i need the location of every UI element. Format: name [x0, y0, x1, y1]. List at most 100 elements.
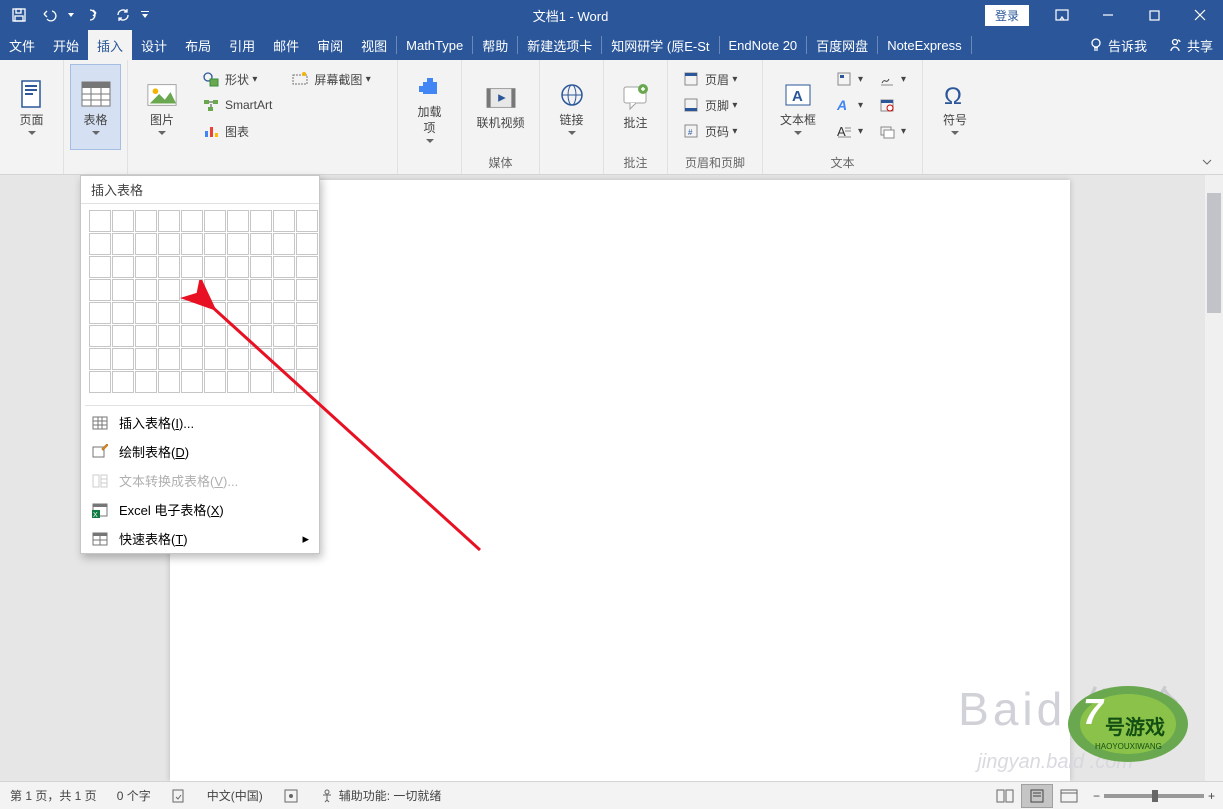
grid-cell[interactable]	[181, 256, 203, 278]
grid-cell[interactable]	[135, 371, 157, 393]
grid-cell[interactable]	[135, 325, 157, 347]
symbols-button[interactable]: Ω 符号	[929, 64, 981, 150]
scroll-thumb[interactable]	[1207, 193, 1221, 313]
wordart-button[interactable]: A▾	[829, 92, 868, 118]
grid-cell[interactable]	[204, 348, 226, 370]
tab-home[interactable]: 开始	[44, 30, 88, 60]
login-button[interactable]: 登录	[985, 5, 1029, 26]
grid-cell[interactable]	[112, 256, 134, 278]
grid-cell[interactable]	[181, 279, 203, 301]
tell-me-button[interactable]: 告诉我	[1078, 30, 1157, 60]
pages-button[interactable]: 页面	[6, 64, 57, 150]
smartart-button[interactable]: SmartArt	[196, 92, 277, 118]
grid-cell[interactable]	[227, 210, 249, 232]
tab-custom[interactable]: 新建选项卡	[518, 30, 601, 60]
grid-cell[interactable]	[89, 256, 111, 278]
web-layout-button[interactable]	[1053, 784, 1085, 808]
grid-cell[interactable]	[89, 371, 111, 393]
grid-cell[interactable]	[250, 210, 272, 232]
grid-cell[interactable]	[204, 256, 226, 278]
grid-cell[interactable]	[135, 279, 157, 301]
redo-button[interactable]	[80, 2, 106, 28]
grid-cell[interactable]	[181, 233, 203, 255]
word-count[interactable]: 0 个字	[107, 782, 161, 810]
close-button[interactable]	[1177, 0, 1223, 30]
grid-cell[interactable]	[158, 210, 180, 232]
grid-cell[interactable]	[89, 348, 111, 370]
tab-mailings[interactable]: 邮件	[264, 30, 308, 60]
tab-review[interactable]: 审阅	[308, 30, 352, 60]
tab-design[interactable]: 设计	[132, 30, 176, 60]
links-button[interactable]: 链接	[546, 64, 597, 150]
tab-layout[interactable]: 布局	[176, 30, 220, 60]
grid-cell[interactable]	[250, 279, 272, 301]
grid-cell[interactable]	[181, 348, 203, 370]
grid-cell[interactable]	[204, 302, 226, 324]
tab-mathtype[interactable]: MathType	[397, 30, 472, 60]
grid-cell[interactable]	[135, 348, 157, 370]
grid-cell[interactable]	[158, 279, 180, 301]
share-button[interactable]: 共享	[1157, 30, 1223, 60]
drop-cap-button[interactable]: A▾	[829, 118, 868, 144]
grid-cell[interactable]	[296, 279, 318, 301]
insert-table-menu-item[interactable]: 插入表格(I)...	[81, 408, 319, 437]
vertical-scrollbar[interactable]	[1205, 175, 1223, 781]
grid-cell[interactable]	[250, 325, 272, 347]
grid-cell[interactable]	[181, 302, 203, 324]
grid-cell[interactable]	[112, 210, 134, 232]
grid-cell[interactable]	[112, 279, 134, 301]
grid-cell[interactable]	[273, 256, 295, 278]
minimize-button[interactable]	[1085, 0, 1131, 30]
table-size-grid[interactable]	[89, 210, 311, 393]
grid-cell[interactable]	[89, 325, 111, 347]
grid-cell[interactable]	[158, 256, 180, 278]
grid-cell[interactable]	[112, 325, 134, 347]
zoom-in-button[interactable]: +	[1208, 789, 1215, 803]
grid-cell[interactable]	[227, 371, 249, 393]
grid-cell[interactable]	[296, 371, 318, 393]
zoom-slider[interactable]	[1104, 794, 1204, 798]
grid-cell[interactable]	[273, 210, 295, 232]
grid-cell[interactable]	[273, 279, 295, 301]
customize-qat-button[interactable]	[140, 2, 150, 28]
tab-insert[interactable]: 插入	[88, 30, 132, 60]
grid-cell[interactable]	[227, 256, 249, 278]
grid-cell[interactable]	[158, 302, 180, 324]
grid-cell[interactable]	[250, 371, 272, 393]
sync-button[interactable]	[110, 2, 136, 28]
quick-parts-button[interactable]: ▾	[829, 66, 868, 92]
grid-cell[interactable]	[227, 348, 249, 370]
grid-cell[interactable]	[181, 210, 203, 232]
grid-cell[interactable]	[112, 233, 134, 255]
grid-cell[interactable]	[89, 210, 111, 232]
tab-endnote[interactable]: EndNote 20	[720, 30, 807, 60]
tab-noteexpress[interactable]: NoteExpress	[878, 30, 970, 60]
pictures-button[interactable]: 图片	[134, 64, 190, 150]
page-number-button[interactable]: # 页码 ▾	[676, 118, 742, 144]
grid-cell[interactable]	[112, 302, 134, 324]
accessibility-button[interactable]: 辅助功能: 一切就绪	[309, 782, 452, 810]
spell-check-button[interactable]	[161, 782, 197, 810]
grid-cell[interactable]	[227, 302, 249, 324]
footer-button[interactable]: 页脚 ▾	[676, 92, 742, 118]
collapse-ribbon-button[interactable]	[1195, 152, 1219, 172]
textbox-button[interactable]: A 文本框	[769, 64, 827, 150]
shapes-button[interactable]: 形状 ▾	[196, 66, 277, 92]
zoom-control[interactable]: − +	[1085, 789, 1223, 803]
grid-cell[interactable]	[158, 325, 180, 347]
undo-button[interactable]	[36, 2, 62, 28]
grid-cell[interactable]	[250, 302, 272, 324]
grid-cell[interactable]	[296, 302, 318, 324]
screenshot-button[interactable]: 屏幕截图 ▾	[285, 66, 375, 92]
tab-references[interactable]: 引用	[220, 30, 264, 60]
grid-cell[interactable]	[250, 348, 272, 370]
addins-button[interactable]: 加载 项	[404, 64, 455, 150]
tab-baidu[interactable]: 百度网盘	[807, 30, 877, 60]
grid-cell[interactable]	[204, 233, 226, 255]
grid-cell[interactable]	[296, 233, 318, 255]
grid-cell[interactable]	[296, 210, 318, 232]
grid-cell[interactable]	[112, 371, 134, 393]
chart-button[interactable]: 图表	[196, 118, 277, 144]
tab-view[interactable]: 视图	[352, 30, 396, 60]
excel-spreadsheet-menu-item[interactable]: X Excel 电子表格(X)	[81, 495, 319, 524]
